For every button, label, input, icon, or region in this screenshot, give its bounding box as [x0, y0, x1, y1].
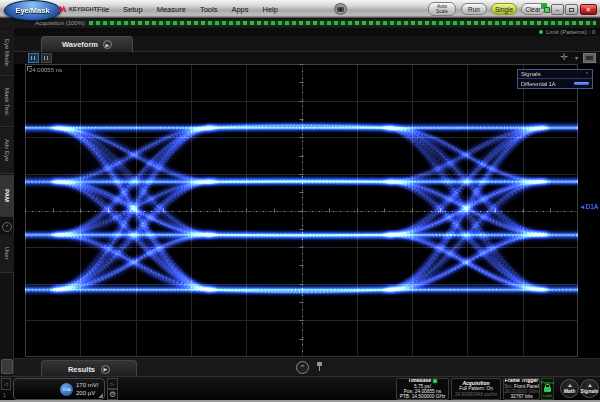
acquisition-panel[interactable]: Acquisition Full Pattern: On 24.99990948… [451, 378, 501, 400]
pin-icon[interactable] [316, 362, 322, 373]
plot-tool-row: ✛ ▾ [14, 52, 600, 64]
keysight-logo-icon [58, 5, 67, 13]
menu-items: File Setup Measure Tools Apps Help [90, 0, 285, 18]
menu-tools[interactable]: Tools [193, 5, 225, 14]
cursor-dropdown-icon[interactable]: ▾ [575, 54, 578, 61]
pan-move-icon[interactable]: ✛ [560, 52, 568, 62]
acquisition-progress-strip: Acquisition (100%) [0, 18, 600, 28]
legend-collapse-icon[interactable]: ⌃ [585, 71, 589, 77]
channel-offset: 200 µV [76, 390, 95, 396]
channel-nav-left-button[interactable]: ◁ [1, 378, 11, 390]
connection-status-icon[interactable] [541, 3, 551, 13]
display-settings-icon[interactable] [583, 53, 596, 63]
eye-diagram-canvas[interactable] [25, 64, 578, 357]
signals-button[interactable]: Signals [580, 379, 599, 398]
auto-scale-button[interactable]: Auto Scale [428, 2, 456, 16]
app-mode-tab[interactable]: Eye/Mask [4, 0, 61, 21]
settings-gear-icon[interactable]: ⚙ [107, 389, 118, 400]
timebase-panel[interactable]: Timebase 5.75 ps/ Pos: 24.00855 ns PTB: … [396, 378, 449, 400]
menu-setup[interactable]: Setup [116, 5, 150, 14]
limit-patterns-label: Limit (Patterns) : 0 [539, 29, 595, 35]
menu-apps[interactable]: Apps [224, 5, 255, 14]
sidebar-tab-mask-test[interactable]: Mask Test [0, 77, 14, 127]
timebase-led [433, 379, 437, 383]
mode-sidebar: Eye Mode Mask Test Adv Eye PAM ⌃ User [0, 28, 14, 376]
results-tab-menu-icon[interactable]: ▶ [101, 365, 110, 374]
channel-scale: 170 mV/ [76, 382, 98, 388]
results-bar: Results ▶ ⌃ [14, 358, 600, 376]
minimize-button[interactable]: – [551, 4, 564, 15]
waveform-plot-area[interactable]: 24.00055 ns Signals ⌃ Differential 1A [25, 64, 578, 357]
pattern-lock-indicator[interactable]: Pattern Lock [541, 378, 554, 400]
acquisition-progress-bar [88, 20, 597, 26]
frame-trigger-panel[interactable]: Frame Trigger Src: Front Panel 29.000000… [503, 378, 540, 400]
signals-legend[interactable]: Signals ⌃ Differential 1A [517, 69, 593, 89]
status-bar: ◁ 1 D1A 170 mV/ 200 µV ▷ ⚙ Timebase 5.75… [0, 376, 600, 400]
sidebar-tab-user[interactable]: User [0, 235, 14, 273]
menu-help[interactable]: Help [256, 5, 285, 14]
menu-measure[interactable]: Measure [150, 5, 193, 14]
sidebar-expand-icon[interactable]: ⌃ [2, 222, 12, 232]
limit-status-dot [539, 30, 543, 34]
waveform-tab-menu-icon[interactable]: ▶ [103, 40, 112, 49]
sidebar-tab-pam[interactable]: PAM [0, 175, 14, 217]
math-up-arrow-icon [568, 384, 572, 387]
legend-item[interactable]: Differential 1A [518, 79, 592, 88]
timebase-position-label: 24.00055 ns [29, 67, 62, 73]
sidebar-tab-adv-eye[interactable]: Adv Eye [0, 128, 14, 174]
acquisition-progress-label: Acquisition (100%) [35, 20, 85, 26]
sidebar-tab-eye-mode[interactable]: Eye Mode [0, 30, 14, 76]
grid-view-button[interactable] [28, 53, 39, 63]
channel-page-index: 1 [3, 392, 6, 398]
sidebar-bottom-button[interactable] [1, 359, 13, 374]
legend-title: Signals [521, 71, 541, 77]
keysight-brand: KEYSIGHT [58, 5, 97, 13]
padlock-icon [544, 387, 551, 392]
channel-level-marker: ◄D1A [579, 203, 598, 210]
signals-up-arrow-icon [588, 384, 592, 387]
waveform-tab[interactable]: Waveform ▶ [41, 36, 133, 52]
math-button[interactable]: Math [560, 379, 579, 398]
close-button[interactable]: ✕ [580, 4, 597, 15]
maximize-button[interactable] [565, 4, 578, 15]
run-button[interactable]: Run [461, 3, 487, 15]
channel-panel-resize-corner [98, 393, 103, 398]
channel-panel[interactable]: D1A 170 mV/ 200 µV [13, 378, 105, 400]
channel-nav-right-button[interactable]: ▷ [107, 378, 118, 389]
split-view-button[interactable] [41, 53, 52, 63]
results-tab[interactable]: Results ▶ [41, 360, 137, 377]
workspace-tab-row: Waveform ▶ [14, 36, 600, 52]
screenshot-camera-icon[interactable] [334, 3, 347, 15]
legend-series-swatch [574, 82, 589, 85]
channel-badge: D1A [60, 383, 73, 396]
single-button[interactable]: Single [491, 3, 517, 15]
collapse-results-button[interactable]: ⌃ [296, 361, 309, 374]
